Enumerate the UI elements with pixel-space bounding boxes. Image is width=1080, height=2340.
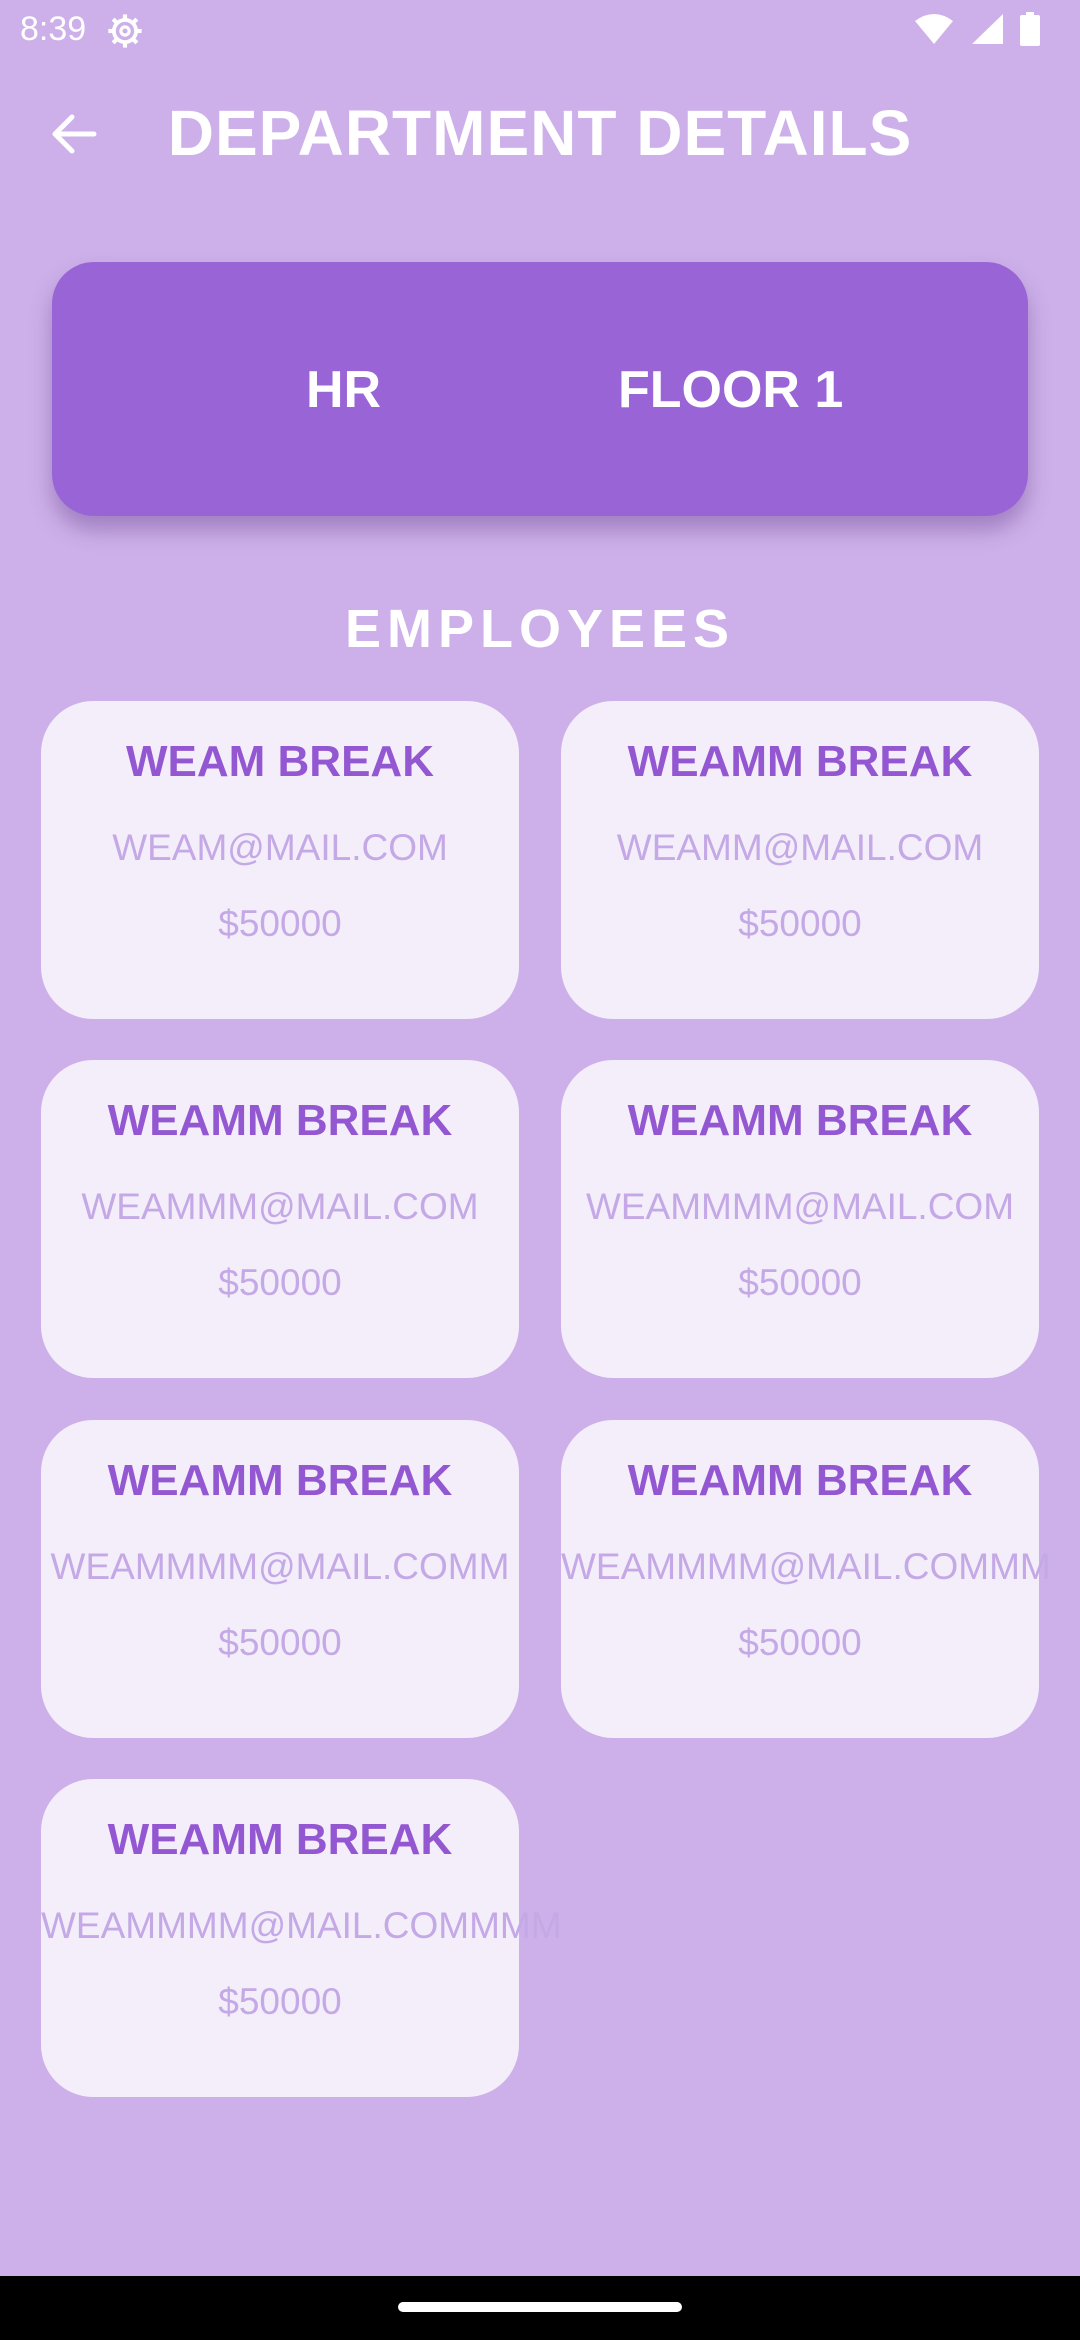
employee-email: WEAMMMM@MAIL.COMMMM: [41, 1905, 562, 1946]
employee-name: WEAMM BREAK: [627, 1456, 973, 1505]
employee-salary: $50000: [218, 1262, 342, 1303]
employee-card[interactable]: WEAMM BREAK WEAMMMM@MAIL.COMMMM $50000: [41, 1779, 562, 2097]
employees-grid: WEAM BREAK WEAM@MAIL.COM $50000 WEAMM BR…: [0, 0, 1080, 2340]
employee-name: WEAMM BREAK: [107, 1815, 453, 1864]
employee-email: WEAMMMM@MAIL.COMMM: [561, 1546, 1051, 1587]
employee-card[interactable]: WEAMM BREAK WEAMMMM@MAIL.COMMM $50000: [561, 1420, 1051, 1738]
employee-name: WEAMM BREAK: [107, 1096, 453, 1145]
employee-name: WEAMM BREAK: [107, 1456, 453, 1505]
employee-salary: $50000: [738, 1262, 862, 1303]
system-nav-bar: [0, 2276, 1080, 2340]
employee-email: WEAMMM@MAIL.COM: [81, 1186, 479, 1227]
home-indicator[interactable]: [398, 2302, 682, 2312]
employee-email: WEAM@MAIL.COM: [112, 827, 448, 868]
employee-email: WEAMMMM@MAIL.COMM: [50, 1546, 510, 1587]
employee-email: WEAMMMM@MAIL.COM: [585, 1186, 1015, 1227]
employee-name: WEAMM BREAK: [627, 737, 973, 786]
employee-card[interactable]: WEAMM BREAK WEAMMM@MAIL.COM $50000: [41, 1060, 519, 1378]
employee-salary: $50000: [218, 1622, 342, 1663]
employee-card[interactable]: WEAMM BREAK WEAMM@MAIL.COM $50000: [561, 701, 1039, 1019]
employee-card[interactable]: WEAMM BREAK WEAMMMM@MAIL.COMM $50000: [41, 1420, 519, 1738]
employee-email: WEAMM@MAIL.COM: [616, 827, 984, 868]
employee-card[interactable]: WEAM BREAK WEAM@MAIL.COM $50000: [41, 701, 519, 1019]
employee-name: WEAMM BREAK: [627, 1096, 973, 1145]
employee-salary: $50000: [218, 1981, 342, 2022]
employee-salary: $50000: [218, 903, 342, 944]
employee-name: WEAM BREAK: [126, 737, 434, 786]
employee-card[interactable]: WEAMM BREAK WEAMMMM@MAIL.COM $50000: [561, 1060, 1039, 1378]
employee-salary: $50000: [738, 903, 862, 944]
employee-salary: $50000: [738, 1622, 862, 1663]
